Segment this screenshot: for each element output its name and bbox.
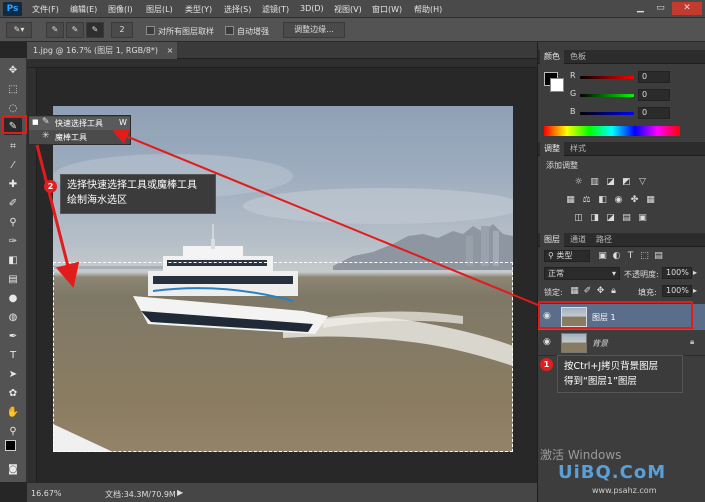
photoshop-window: Ps 文件(F) 编辑(E) 图像(I) 图层(L) 类型(Y) 选择(S) 滤…: [0, 0, 705, 502]
site-url-watermark: www.psahz.com: [592, 486, 657, 495]
step1-callout: 按Ctrl+J拷贝背景图层 得到“图层1”图层: [557, 355, 683, 393]
step2-callout: 选择快速选择工具或魔棒工具 绘制海水选区: [60, 174, 216, 214]
step1-badge: 1: [540, 358, 553, 371]
uibq-logo-watermark: UiBQ.CoM: [558, 462, 667, 483]
step2-line2: 绘制海水选区: [67, 195, 127, 206]
step2-line1: 选择快速选择工具或魔棒工具: [67, 180, 197, 191]
step1-line1: 按Ctrl+J拷贝背景图层: [564, 361, 659, 372]
arrow-to-flyout: [112, 129, 539, 306]
activate-windows-watermark: 激活 Windows: [540, 448, 622, 462]
step1-line2: 得到“图层1”图层: [564, 376, 637, 387]
step2-badge: 2: [44, 180, 57, 193]
annotation-arrows: [35, 129, 539, 306]
